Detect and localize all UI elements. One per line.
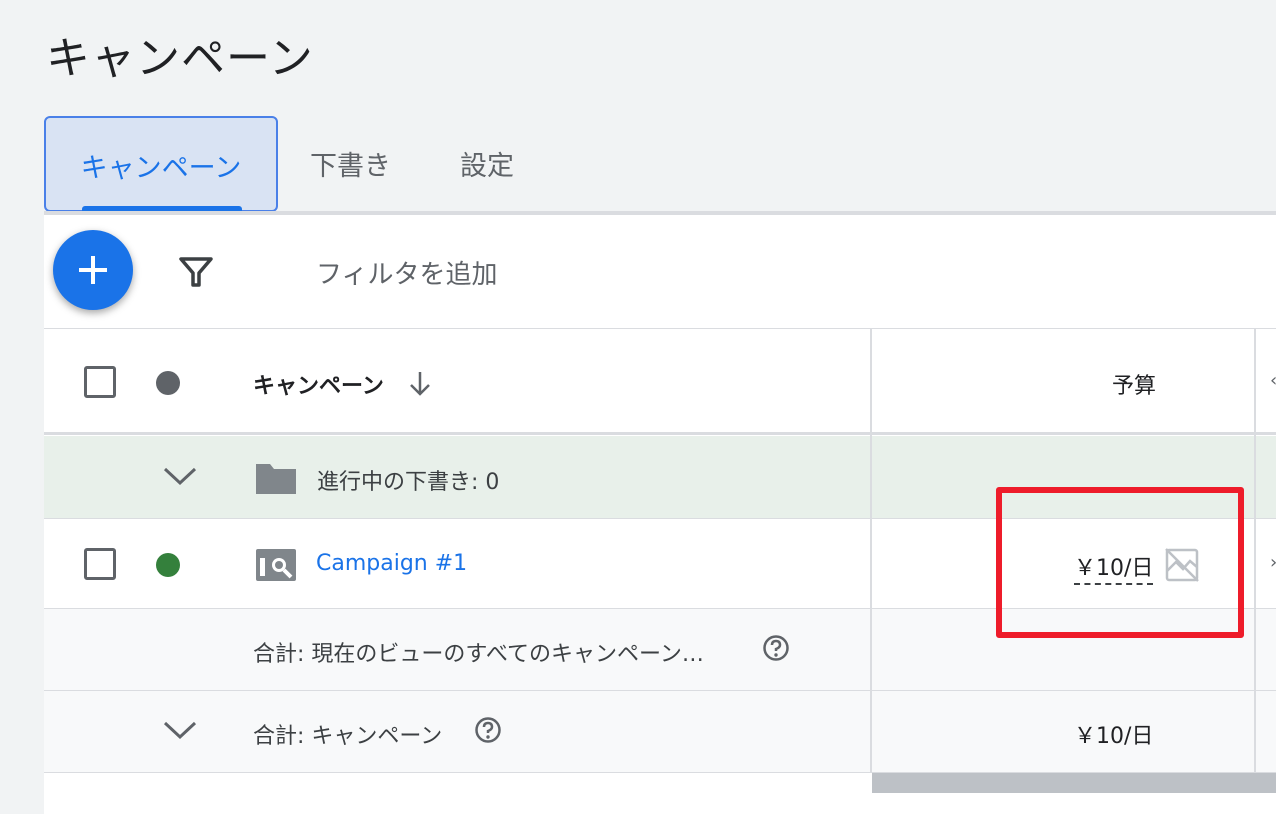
- column-header-budget[interactable]: 予算: [1112, 368, 1156, 400]
- tab-campaigns[interactable]: キャンペーン: [44, 116, 278, 212]
- tab-campaigns-label: キャンペーン: [80, 153, 242, 184]
- horizontal-scrollbar[interactable]: [872, 773, 1276, 793]
- table-footer: [872, 793, 1276, 814]
- table-footer: [44, 773, 872, 814]
- row-checkbox[interactable]: [84, 548, 116, 580]
- arrow-down-icon[interactable]: [406, 368, 434, 398]
- campaign-icon: [256, 549, 296, 581]
- drafts-in-progress-label[interactable]: 進行中の下書き: 0: [317, 464, 499, 496]
- help-icon[interactable]: [762, 634, 790, 662]
- total-budget-value: ￥10/日: [1074, 724, 1154, 749]
- add-campaign-button[interactable]: [53, 230, 133, 310]
- add-filter-label[interactable]: フィルタを追加: [316, 254, 497, 291]
- plus-icon: [79, 256, 107, 284]
- chevron-down-icon[interactable]: [160, 462, 200, 490]
- table-header-row: [44, 329, 1276, 435]
- status-header-dot[interactable]: [156, 371, 180, 395]
- page-title: キャンペーン: [46, 33, 314, 84]
- status-enabled-dot[interactable]: [156, 553, 180, 577]
- filter-icon[interactable]: [178, 254, 214, 290]
- campaigns-page: キャンペーン キャンペーン 下書き 設定 フィルタを追加 キャンペーン 予算 ‹: [0, 0, 1276, 814]
- tab-settings[interactable]: 設定: [460, 144, 514, 183]
- highlight-annotation: [996, 487, 1244, 638]
- select-all-checkbox[interactable]: [84, 366, 116, 398]
- help-icon[interactable]: [474, 716, 502, 744]
- column-divider: [870, 329, 872, 773]
- folder-icon: [256, 464, 296, 494]
- total-all-campaigns-label: 合計: 現在のビューのすべてのキャンペーン…: [253, 642, 704, 667]
- campaign-name-link[interactable]: Campaign #1: [316, 551, 467, 576]
- toolbar: [44, 215, 1276, 329]
- chevron-down-icon[interactable]: [160, 716, 200, 744]
- total-campaigns-label: 合計: キャンペーン: [253, 724, 443, 749]
- column-header-campaign[interactable]: キャンペーン: [253, 368, 384, 400]
- row-partial: ›: [1270, 552, 1276, 573]
- column-divider: [1254, 329, 1256, 773]
- tab-drafts[interactable]: 下書き: [310, 144, 391, 183]
- column-header-partial: ‹: [1270, 370, 1276, 391]
